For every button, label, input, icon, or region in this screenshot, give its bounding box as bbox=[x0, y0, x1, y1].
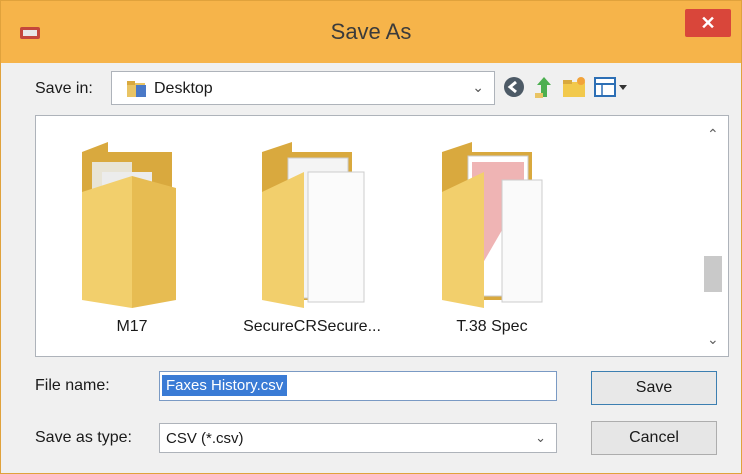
vertical-scrollbar[interactable]: ⌃ ⌄ bbox=[700, 116, 728, 356]
save-in-dropdown[interactable]: Desktop ⌄ bbox=[111, 71, 495, 105]
save-type-value: CSV (*.csv) bbox=[166, 430, 244, 447]
title-bar[interactable]: Save As ✕ bbox=[1, 1, 741, 63]
file-name-label: File name: bbox=[35, 377, 110, 394]
folder-icon bbox=[82, 142, 176, 308]
file-item[interactable]: SecureCRSecure... bbox=[222, 126, 402, 350]
new-folder-icon[interactable] bbox=[561, 73, 587, 101]
file-name: SecureCRSecure... bbox=[243, 318, 381, 335]
window-title: Save As bbox=[330, 19, 412, 44]
save-in-value: Desktop bbox=[154, 80, 213, 97]
file-name: T.38 Spec bbox=[456, 318, 528, 335]
chevron-down-icon: ⌄ bbox=[472, 79, 484, 95]
back-icon[interactable] bbox=[501, 73, 527, 101]
close-button[interactable]: ✕ bbox=[685, 9, 731, 37]
file-item[interactable]: M17 bbox=[42, 126, 222, 350]
scroll-down-icon[interactable]: ⌄ bbox=[707, 331, 719, 348]
save-button[interactable]: Save bbox=[591, 371, 717, 405]
file-name-input[interactable]: Faxes History.csv bbox=[159, 371, 557, 401]
up-folder-icon[interactable] bbox=[531, 73, 557, 101]
scroll-thumb[interactable] bbox=[704, 256, 722, 292]
file-item[interactable]: T.38 Spec bbox=[402, 126, 582, 350]
folder-icon bbox=[262, 142, 365, 308]
save-in-label: Save in: bbox=[35, 80, 93, 97]
desktop-folder-icon bbox=[127, 81, 146, 97]
scroll-up-icon[interactable]: ⌃ bbox=[707, 126, 719, 143]
chevron-down-icon: ⌄ bbox=[535, 430, 546, 445]
save-as-dialog: Save As ✕ Save in: Desktop ⌄ M17 SecureC… bbox=[0, 0, 742, 474]
view-menu-icon[interactable] bbox=[593, 73, 633, 101]
cancel-button[interactable]: Cancel bbox=[591, 421, 717, 455]
file-list[interactable]: M17 SecureCRSecure... T.38 Spec ⌃ ⌄ bbox=[35, 115, 729, 357]
folder-icon bbox=[442, 142, 543, 308]
file-name-value: Faxes History.csv bbox=[162, 375, 288, 396]
save-type-label: Save as type: bbox=[35, 429, 132, 446]
save-type-dropdown[interactable]: CSV (*.csv) ⌄ bbox=[159, 423, 557, 453]
file-name: M17 bbox=[116, 318, 148, 335]
